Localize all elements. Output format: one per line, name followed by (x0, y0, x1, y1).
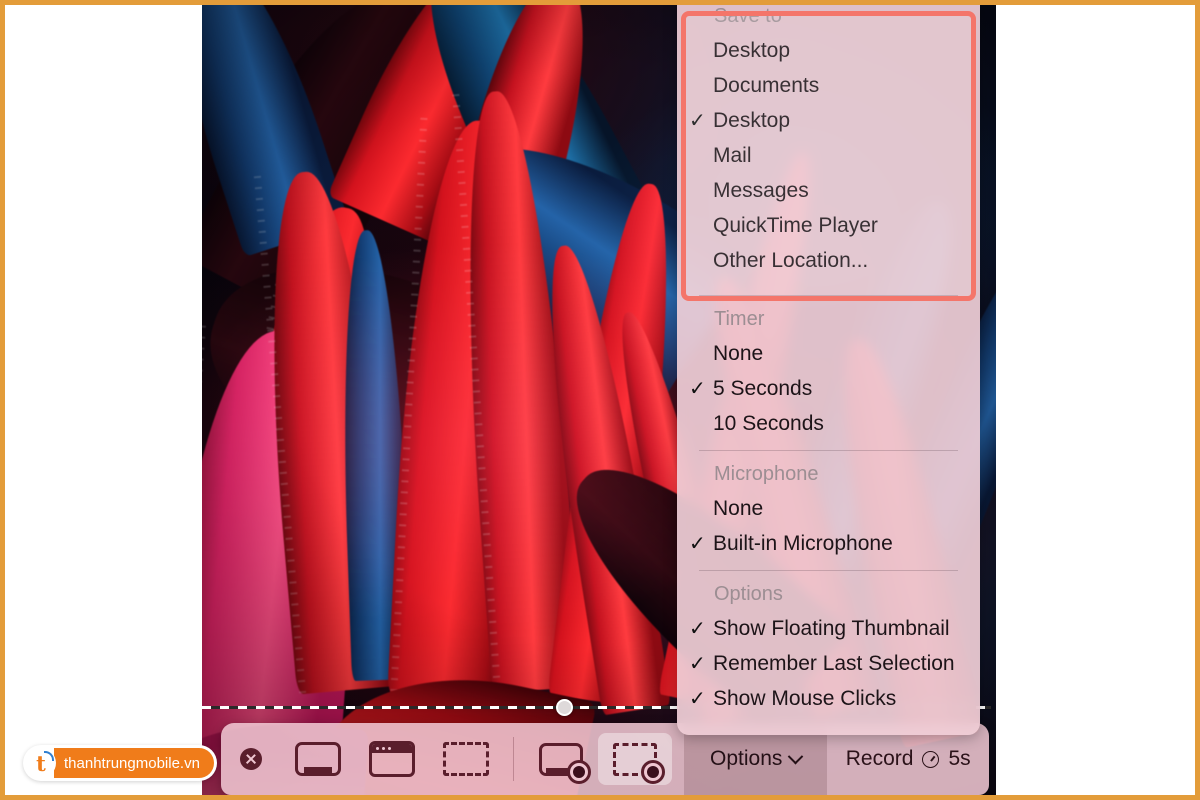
menu-item-save-desktop-2[interactable]: ✓ Desktop (677, 103, 980, 138)
menu-item-label: Other Location... (713, 248, 869, 272)
watermark-text: thanhtrungmobile.vn (54, 748, 214, 778)
menu-item-label: Built-in Microphone (713, 531, 893, 555)
checkmark-icon: ✓ (689, 532, 706, 555)
menu-section-header-timer: Timer (714, 308, 765, 330)
menu-item-label: 5 Seconds (713, 376, 813, 400)
menu-item-show-floating-thumbnail[interactable]: ✓ Show Floating Thumbnail (677, 611, 980, 646)
options-button-label: Options (710, 747, 783, 770)
menu-item-label: Show Floating Thumbnail (713, 616, 950, 640)
menu-item-show-mouse-clicks[interactable]: ✓ Show Mouse Clicks (677, 681, 980, 716)
menu-item-timer-none[interactable]: None (677, 336, 980, 371)
capture-selected-portion-button[interactable] (429, 733, 503, 785)
menu-item-label: QuickTime Player (713, 213, 878, 237)
timer-icon (922, 750, 940, 768)
menu-item-save-quicktime-player[interactable]: QuickTime Player (677, 208, 980, 243)
record-selection-icon (613, 742, 665, 784)
watermark-logo-icon: t (26, 748, 56, 778)
close-icon (240, 748, 262, 770)
window-icon (369, 741, 415, 777)
selection-rectangle-icon (443, 742, 489, 776)
checkmark-icon: ✓ (689, 617, 706, 640)
menu-item-label: None (713, 496, 764, 520)
record-button-label: Record (845, 747, 914, 770)
signal-wave-icon (44, 751, 54, 761)
menu-item-save-messages[interactable]: Messages (677, 173, 980, 208)
checkmark-icon: ✓ (689, 687, 706, 710)
record-entire-screen-button[interactable] (524, 733, 598, 785)
checkmark-icon: ✓ (689, 652, 706, 675)
menu-item-remember-last-selection[interactable]: ✓ Remember Last Selection (677, 646, 980, 681)
menu-item-label: Remember Last Selection (713, 651, 955, 675)
menu-item-label: Show Mouse Clicks (713, 686, 897, 710)
menu-section-header-options: Options (714, 583, 783, 605)
menu-item-save-mail[interactable]: Mail (677, 138, 980, 173)
menu-item-timer-10-seconds[interactable]: 10 Seconds (677, 406, 980, 441)
record-timer-value: 5s (948, 747, 971, 770)
screenshot-root: Options Record 5s Save to Desktop Docume… (0, 0, 1200, 800)
toolbar-divider (513, 737, 514, 781)
record-selected-portion-button[interactable] (598, 733, 672, 785)
record-screen-icon (539, 742, 591, 784)
menu-item-label: Documents (713, 73, 820, 97)
menu-item-timer-5-seconds[interactable]: ✓ 5 Seconds (677, 371, 980, 406)
capture-entire-screen-button[interactable] (281, 733, 355, 785)
menu-item-label: Messages (713, 178, 809, 202)
menu-item-save-other-location[interactable]: Other Location... (677, 243, 980, 278)
menu-item-microphone-none[interactable]: None (677, 491, 980, 526)
menu-divider (699, 450, 958, 451)
menu-item-label: Desktop (713, 38, 791, 62)
menu-item-label: None (713, 341, 764, 365)
checkmark-icon: ✓ (689, 109, 706, 132)
menu-item-microphone-built-in[interactable]: ✓ Built-in Microphone (677, 526, 980, 561)
capture-selected-window-button[interactable] (355, 733, 429, 785)
close-button[interactable] (221, 748, 281, 770)
menu-section-header-microphone: Microphone (714, 463, 819, 485)
menu-item-save-desktop-1[interactable]: Desktop (677, 33, 980, 68)
watermark: t thanhtrungmobile.vn (23, 745, 217, 781)
options-dropdown-menu: Save to Desktop Documents ✓ Desktop Mail… (677, 5, 980, 735)
menu-divider (699, 570, 958, 571)
menu-item-label: 10 Seconds (713, 411, 824, 435)
entire-screen-icon (295, 742, 341, 776)
menu-item-label: Mail (713, 143, 752, 167)
selection-bottom-handle[interactable] (556, 699, 573, 716)
chevron-down-icon (788, 748, 804, 764)
menu-divider (699, 295, 958, 296)
menu-section-header-save-to: Save to (714, 5, 782, 27)
menu-item-save-documents[interactable]: Documents (677, 68, 980, 103)
menu-item-label: Desktop (713, 108, 791, 132)
checkmark-icon: ✓ (689, 377, 706, 400)
